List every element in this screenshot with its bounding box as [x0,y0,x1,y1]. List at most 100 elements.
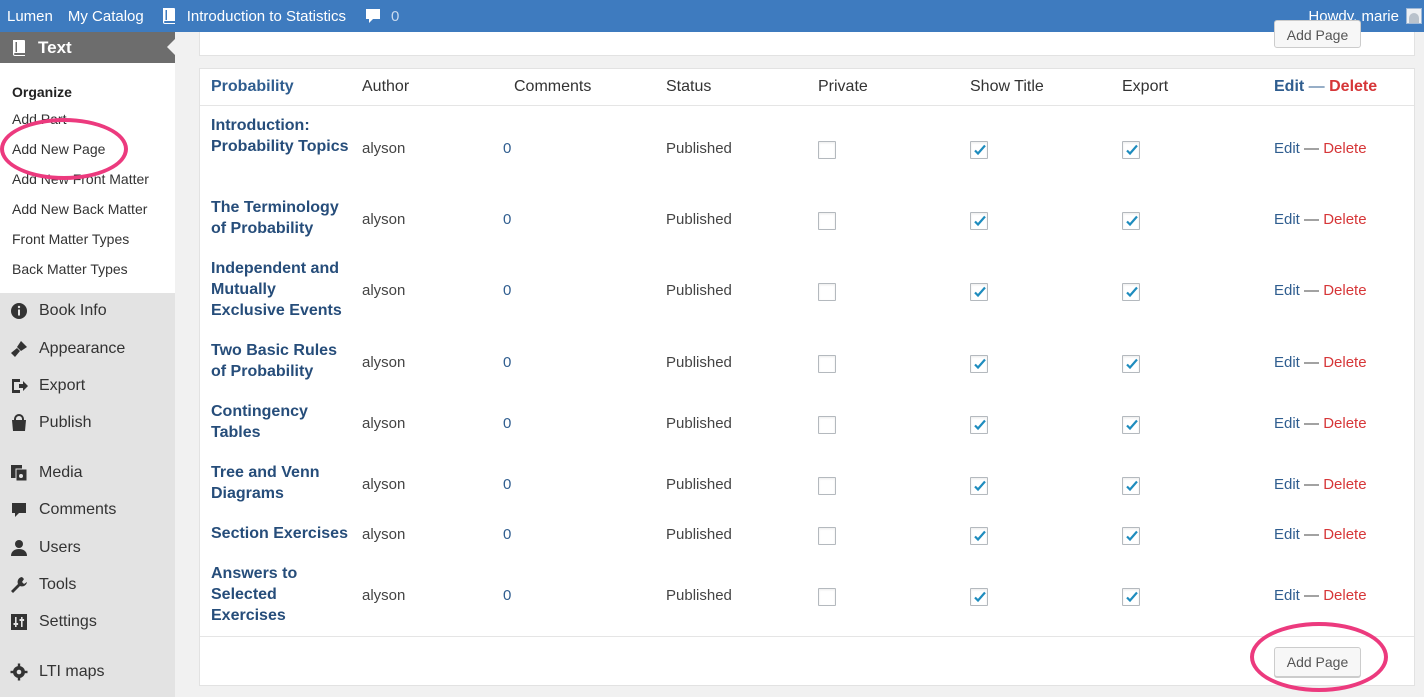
submenu-back-matter-types[interactable]: Back Matter Types [0,254,175,284]
chapter-title-link[interactable]: Section Exercises [211,523,351,544]
comments-count-link[interactable]: 0 [503,476,511,493]
private-header: Private [818,78,868,95]
sidebar-item-users[interactable]: Users [0,530,175,566]
comments-count-link[interactable]: 0 [503,211,511,228]
add-page-button-previous[interactable]: Add Page [1274,20,1361,48]
export-checkbox[interactable] [1122,477,1140,495]
submenu-front-matter-types[interactable]: Front Matter Types [0,224,175,254]
delete-link[interactable]: Delete [1323,211,1366,228]
row-actions: Edit — Delete [1274,526,1367,543]
row-actions: Edit — Delete [1274,282,1367,299]
sidebar-item-media[interactable]: Media [0,455,175,491]
previous-part-box: Add Page [199,20,1415,56]
edit-link[interactable]: Edit [1274,415,1300,432]
export-checkbox[interactable] [1122,416,1140,434]
chapter-title-link[interactable]: Independent and Mutually Exclusive Event… [211,258,351,321]
private-checkbox[interactable] [818,141,836,159]
chapter-title-link[interactable]: Two Basic Rules of Probability [211,340,351,382]
edit-link[interactable]: Edit [1274,140,1300,157]
part-delete-link[interactable]: Delete [1329,78,1377,95]
delete-link[interactable]: Delete [1323,587,1366,604]
add-page-button[interactable]: Add Page [1274,647,1361,677]
comments-count-link[interactable]: 0 [503,354,511,371]
edit-link[interactable]: Edit [1274,476,1300,493]
private-checkbox[interactable] [818,212,836,230]
edit-link[interactable]: Edit [1274,354,1300,371]
part-edit-link[interactable]: Edit [1274,78,1304,95]
private-checkbox[interactable] [818,355,836,373]
edit-link[interactable]: Edit [1274,282,1300,299]
sidebar-item-export[interactable]: Export [0,368,175,404]
my-catalog-link[interactable]: My Catalog [68,0,161,32]
author-header: Author [362,78,410,95]
comments-count-link[interactable]: 0 [503,140,511,157]
show-title-checkbox[interactable] [970,477,988,495]
edit-link[interactable]: Edit [1274,211,1300,228]
private-checkbox[interactable] [818,588,836,606]
comments-count-link[interactable]: 0 [503,526,511,543]
site-name-link[interactable]: Lumen [0,0,68,32]
sidebar-current-label: Text [38,37,72,57]
part-title-header[interactable]: Probability [211,78,294,96]
chapter-title-link[interactable]: The Terminology of Probability [211,197,351,239]
export-checkbox[interactable] [1122,212,1140,230]
export-checkbox[interactable] [1122,588,1140,606]
author-cell: alyson [362,354,406,371]
chapter-title-link[interactable]: Contingency Tables [211,401,351,443]
comments-count-link[interactable]: 0 [503,415,511,432]
export-checkbox[interactable] [1122,355,1140,373]
chapter-title-link[interactable]: Tree and Venn Diagrams [211,462,351,504]
edit-link[interactable]: Edit [1274,587,1300,604]
sidebar-item-lti-maps[interactable]: LTI maps [0,654,175,690]
private-checkbox[interactable] [818,477,836,495]
export-checkbox[interactable] [1122,283,1140,301]
delete-link[interactable]: Delete [1323,140,1366,157]
sidebar-item-publish[interactable]: Publish [0,405,175,441]
sidebar-item-text[interactable]: Text [0,32,175,63]
delete-link[interactable]: Delete [1323,526,1366,543]
show-title-checkbox[interactable] [970,212,988,230]
show-title-checkbox[interactable] [970,416,988,434]
sidebar-item-label: Comments [39,501,117,518]
private-checkbox[interactable] [818,416,836,434]
show-title-checkbox[interactable] [970,141,988,159]
delete-link[interactable]: Delete [1323,415,1366,432]
submenu-organize[interactable]: Organize [0,78,175,104]
show-title-checkbox[interactable] [970,527,988,545]
show-title-checkbox[interactable] [970,283,988,301]
separator: — [1304,211,1320,228]
separator: — [1304,415,1320,432]
submenu-add-new-front-matter[interactable]: Add New Front Matter [0,164,175,194]
status-cell: Published [666,140,732,157]
submenu-add-part[interactable]: Add Part [0,104,175,134]
sidebar-item-book-info[interactable]: Book Info [0,293,175,329]
show-title-checkbox[interactable] [970,355,988,373]
delete-link[interactable]: Delete [1323,282,1366,299]
chapter-title-link[interactable]: Answers to Selected Exercises [211,563,351,626]
show-title-checkbox[interactable] [970,588,988,606]
status-cell: Published [666,587,732,604]
export-checkbox[interactable] [1122,141,1140,159]
comments-link[interactable]: 0 [365,0,399,32]
sidebar-item-comments[interactable]: Comments [0,492,175,528]
show-title-header: Show Title [970,78,1044,95]
comments-count-link[interactable]: 0 [503,587,511,604]
private-checkbox[interactable] [818,527,836,545]
edit-link[interactable]: Edit [1274,526,1300,543]
delete-link[interactable]: Delete [1323,476,1366,493]
private-checkbox[interactable] [818,283,836,301]
sidebar-item-appearance[interactable]: Appearance [0,331,175,367]
submenu-add-new-page[interactable]: Add New Page [0,134,175,164]
export-checkbox[interactable] [1122,527,1140,545]
sidebar-item-settings[interactable]: Settings [0,604,175,640]
media-icon [9,463,29,483]
submenu-add-new-back-matter[interactable]: Add New Back Matter [0,194,175,224]
book-title-link[interactable]: Introduction to Statistics [161,0,365,32]
sidebar-item-label: Export [39,377,86,394]
comments-count-link[interactable]: 0 [503,282,511,299]
delete-link[interactable]: Delete [1323,354,1366,371]
sidebar-item-tools[interactable]: Tools [0,567,175,603]
export-icon [9,376,29,396]
chapter-title-link[interactable]: Introduction: Probability Topics [211,115,351,157]
info-icon [9,301,29,321]
